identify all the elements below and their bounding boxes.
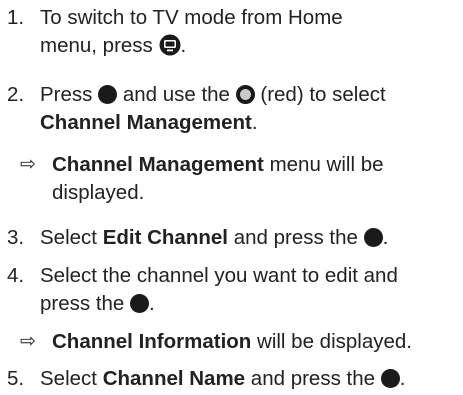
step-text: Select Edit Channel and press the . [40, 224, 459, 252]
menu-name: Edit Channel [102, 226, 228, 249]
menu-name: Channel Management [52, 153, 264, 176]
step-text-line: . [180, 34, 187, 57]
tv-button-icon [159, 34, 181, 56]
result-text-line: will be displayed. [257, 330, 412, 353]
step-text: Select the channel you want to edit and … [40, 262, 459, 318]
step-text-line: and use the [122, 83, 230, 106]
step-text-line: . [251, 111, 258, 134]
step-text-line: To switch to TV mode from Home [40, 6, 343, 29]
step-number: 1. [7, 6, 25, 29]
step-text-line: . [399, 367, 406, 390]
step-text-line: Select [40, 367, 97, 390]
ok-button-icon [130, 294, 150, 313]
step-text: Select Channel Name and press the . [40, 365, 459, 393]
step-text-line: . [149, 292, 155, 315]
result-text-line: displayed. [52, 181, 145, 204]
step-text-line: press the [40, 292, 125, 315]
step-text-line: menu, press [40, 34, 153, 57]
step-text-line: Select [40, 226, 97, 249]
red-button-icon [235, 85, 255, 104]
step-number: 2. [7, 83, 25, 106]
step-text: To switch to TV mode from Home menu, pre… [40, 4, 459, 60]
result-arrow-icon: ⇨ [20, 331, 36, 352]
result-arrow-icon: ⇨ [20, 154, 36, 175]
result-text: Channel Information will be displayed. [52, 328, 459, 356]
ok-button-icon [98, 85, 118, 104]
step-5: 5. Select Channel Name and press the . [0, 365, 463, 395]
step-text-line: Press [40, 83, 93, 106]
step-text-line: and press the [233, 226, 358, 249]
menu-name: Channel Management [40, 111, 252, 134]
ok-button-icon [363, 228, 383, 247]
ok-button-icon [380, 369, 400, 388]
step-3: 3. Select Edit Channel and press the . [0, 224, 463, 254]
menu-name: Channel Information [52, 330, 252, 353]
step-text-line: and press the [250, 367, 376, 390]
result-2: ⇨ Channel Information will be displayed. [0, 328, 463, 358]
step-text-line: . [382, 226, 389, 249]
step-number: 5. [7, 367, 25, 390]
step-text-line: Select the channel you want to edit and [40, 264, 398, 287]
result-text-line: menu will be [269, 153, 384, 176]
result-text: Channel Management menu will be displaye… [52, 151, 459, 207]
step-4: 4. Select the channel you want to edit a… [0, 262, 463, 322]
step-text-line: (red) to select [260, 83, 386, 106]
step-number: 4. [7, 264, 25, 287]
result-1: ⇨ Channel Management menu will be displa… [0, 151, 463, 211]
menu-name: Channel Name [102, 367, 246, 390]
step-2: 2. Press and use the (red) to select Cha… [0, 81, 463, 141]
step-number: 3. [7, 226, 25, 249]
step-1: 1. To switch to TV mode from Home menu, … [0, 4, 463, 64]
step-text: Press and use the (red) to select Channe… [40, 81, 459, 137]
instruction-page: 1. To switch to TV mode from Home menu, … [0, 0, 463, 395]
